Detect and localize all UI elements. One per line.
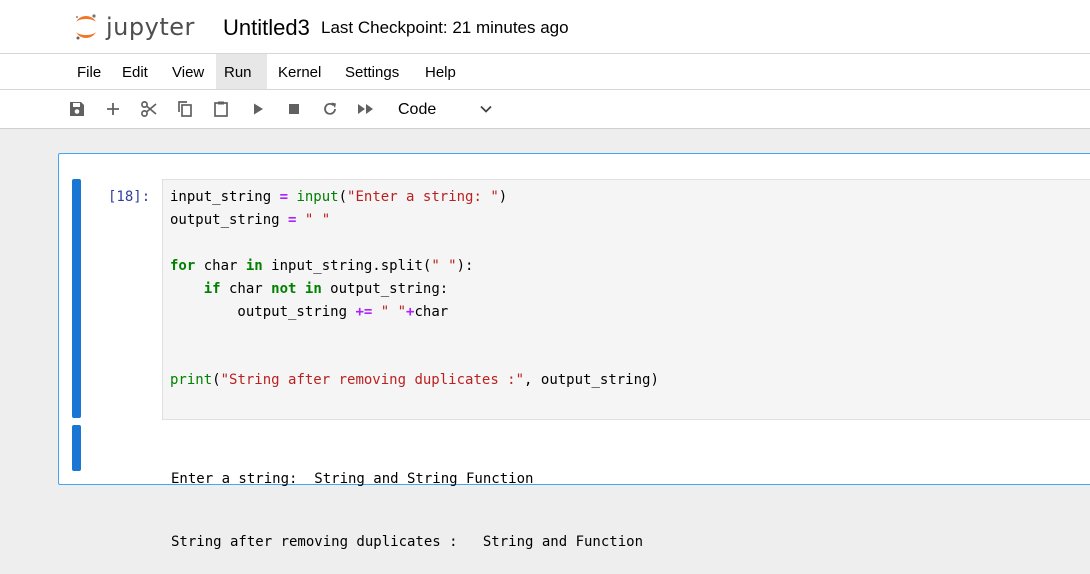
menu-run[interactable]: Run bbox=[216, 54, 267, 89]
menu-settings[interactable]: Settings bbox=[337, 54, 407, 89]
code-line: input_string = input("Enter a string: ") bbox=[170, 189, 508, 205]
menu-edit[interactable]: Edit bbox=[114, 54, 156, 89]
execution-count: [18]: bbox=[108, 189, 151, 205]
restart-icon[interactable] bbox=[319, 98, 341, 120]
output-collapser[interactable] bbox=[72, 425, 81, 471]
cell-output: Enter a string: String and String Functi… bbox=[171, 427, 643, 574]
notebook-toolbar: Code bbox=[0, 90, 1090, 129]
menu-help[interactable]: Help bbox=[417, 54, 464, 89]
chevron-down-icon bbox=[478, 101, 494, 122]
menu-bar: File Edit View Run Kernel Settings Help bbox=[0, 54, 1090, 90]
fast-forward-icon[interactable] bbox=[355, 98, 377, 120]
cell-type-select[interactable]: Code bbox=[388, 95, 500, 123]
code-line: output_string = " " bbox=[170, 211, 331, 228]
paste-icon[interactable] bbox=[210, 98, 232, 120]
stop-icon[interactable] bbox=[283, 98, 305, 120]
cell-type-label: Code bbox=[398, 101, 437, 118]
menu-file[interactable]: File bbox=[69, 54, 109, 89]
jupyter-logo[interactable]: jupyter bbox=[74, 10, 195, 44]
save-icon[interactable] bbox=[66, 98, 88, 120]
logo-text: jupyter bbox=[106, 13, 195, 41]
copy-icon[interactable] bbox=[174, 98, 196, 120]
code-source: input_string = input("Enter a string: ")… bbox=[170, 186, 659, 392]
code-line: output_string += " "+char bbox=[170, 303, 449, 320]
output-line: Enter a string: String and String Functi… bbox=[171, 471, 534, 487]
code-line: if char not in output_string: bbox=[203, 280, 449, 297]
cut-icon[interactable] bbox=[138, 98, 160, 120]
jupyter-logo-icon bbox=[75, 14, 96, 40]
input-collapser[interactable] bbox=[72, 179, 81, 418]
code-line: print("String after removing duplicates … bbox=[170, 372, 659, 389]
menu-view[interactable]: View bbox=[164, 54, 212, 89]
checkpoint-status: Last Checkpoint: 21 minutes ago bbox=[321, 18, 569, 37]
menu-kernel[interactable]: Kernel bbox=[270, 54, 329, 89]
notebook-header: jupyter Untitled3 Last Checkpoint: 21 mi… bbox=[0, 0, 1090, 54]
run-icon[interactable] bbox=[247, 98, 269, 120]
output-line: String after removing duplicates : Strin… bbox=[171, 534, 644, 550]
add-icon[interactable] bbox=[102, 98, 124, 120]
notebook-title[interactable]: Untitled3 bbox=[223, 15, 310, 41]
code-line: for char in input_string.split(" "): bbox=[170, 257, 474, 274]
